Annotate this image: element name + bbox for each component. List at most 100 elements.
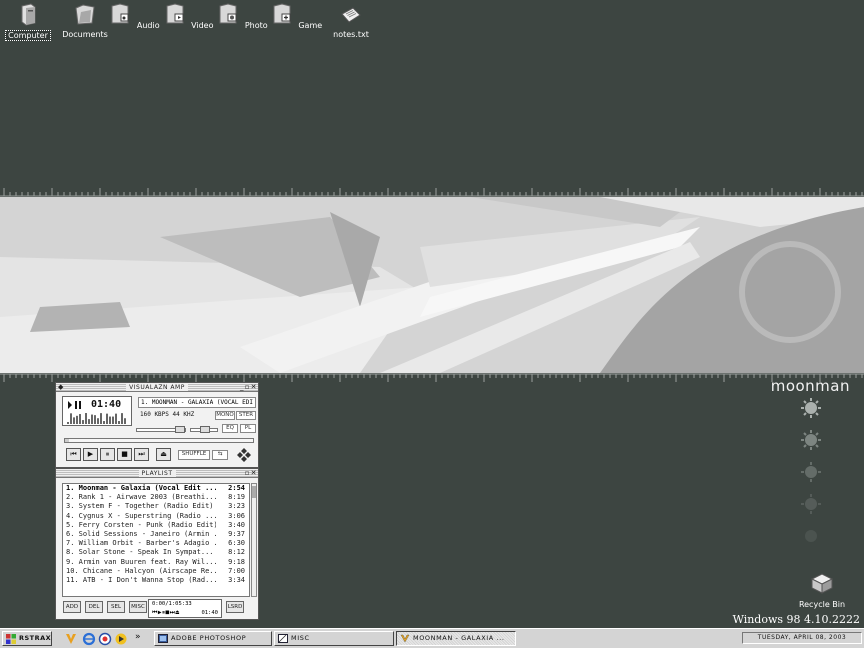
- track-title: 1. Moonman - Galaxia (Vocal Edit ...: [66, 484, 216, 492]
- playlist-track-row[interactable]: 5. Ferry Corsten - Punk (Radio Edit) 3:40: [63, 521, 249, 530]
- photoshop-icon: [158, 634, 168, 643]
- playlist-track-row[interactable]: 2. Rank 1 - Airwave 2003 (Breathi... 8:19: [63, 493, 249, 502]
- balance-slider[interactable]: [190, 426, 218, 433]
- volume-slider[interactable]: [136, 426, 186, 433]
- logo-icon: [237, 448, 251, 462]
- quicklaunch-more-icon[interactable]: »: [135, 632, 141, 642]
- delete-button[interactable]: DEL: [85, 601, 103, 613]
- playlist-track-row[interactable]: 10. Chicane - Halcyon (Airscape Re... 7:0…: [63, 567, 249, 576]
- previous-button[interactable]: ⏮: [66, 448, 81, 461]
- playlist-track-row[interactable]: 4. Cygnus X - Superstring (Radio ... 3:06: [63, 512, 249, 521]
- media-player-window[interactable]: ◆ VISUALAZN AMP _ ▫ ✕ 01:40 1. MOONMAN -…: [55, 382, 259, 468]
- track-title: 9. Armin van Buuren feat. Ray Wil...: [66, 557, 216, 566]
- list-options-button[interactable]: LSRD: [226, 601, 244, 613]
- system-clock[interactable]: TUESDAY, APRIL 08, 2003: [742, 632, 862, 644]
- playlist-mini-display: 0:00/1:05:33 ⏮▶⏸■⏭⏏ 01:40: [148, 599, 222, 618]
- track-duration: 8:12: [228, 548, 245, 557]
- taskbar: RSTRAX » ADOBE PHOTOSHOP MISC MOONMAN - …: [0, 628, 864, 648]
- song-ticker: 1. MOONMAN - GALAXIA (VOCAL EDI: [138, 397, 256, 408]
- stop-button[interactable]: ■: [117, 448, 132, 461]
- winamp-quicklaunch-icon[interactable]: [64, 632, 78, 646]
- task-misc[interactable]: MISC: [274, 631, 394, 646]
- desktop-icon-computer[interactable]: Computer: [0, 2, 56, 41]
- spectrum-visualizer: [67, 413, 126, 424]
- eq-toggle-button[interactable]: EQ: [222, 424, 238, 433]
- tools-icon[interactable]: [118, 632, 132, 646]
- mini-controls[interactable]: ⏮▶⏸■⏭⏏: [152, 609, 180, 617]
- internet-explorer-icon[interactable]: [82, 632, 96, 646]
- playback-time: 01:40: [91, 399, 122, 410]
- next-button[interactable]: ⏭: [134, 448, 149, 461]
- playlist-track-row[interactable]: 1. Moonman - Galaxia (Vocal Edit ... 2:54: [63, 484, 249, 493]
- winamp-icon: [400, 634, 410, 643]
- playlist-tracks[interactable]: 1. Moonman - Galaxia (Vocal Edit ... 2:54…: [62, 483, 250, 597]
- playlist-scrollbar[interactable]: [251, 483, 257, 597]
- playlist-titlebar[interactable]: PLAYLIST ▫ ✕: [56, 469, 258, 478]
- bitrate-text: 160 KBPS 44 KHZ: [140, 411, 195, 418]
- playlist-track-row[interactable]: 6. Solid Sessions - Janeiro (Armin ... 9:…: [63, 530, 249, 539]
- task-winamp[interactable]: MOONMAN - GALAXIA ...: [396, 631, 516, 646]
- documents-folder-icon: [75, 4, 95, 25]
- misc-button[interactable]: MISC: [129, 601, 147, 613]
- desktop-icon-audio[interactable]: Audio: [107, 2, 163, 30]
- start-button[interactable]: RSTRAX: [2, 631, 52, 646]
- balance-knob[interactable]: [200, 426, 210, 433]
- track-title: 2. Rank 1 - Airwave 2003 (Breathi...: [66, 493, 216, 502]
- seek-bar[interactable]: [64, 438, 254, 443]
- brand-logo-text: moonman: [770, 377, 850, 395]
- recycle-bin-icon: [810, 573, 834, 594]
- shuffle-button[interactable]: SHUFFLE: [178, 450, 210, 460]
- track-duration: 9:18: [228, 557, 245, 566]
- desktop-icon-label: notes.txt: [333, 30, 369, 39]
- desktop-icon-label: Photo: [244, 21, 268, 30]
- track-title: 4. Cygnus X - Superstring (Radio ...: [66, 511, 216, 520]
- playlist-total-time: 0:00/1:05:33: [152, 601, 192, 607]
- desktop-icon-photo[interactable]: Photo: [215, 2, 271, 30]
- task-photoshop[interactable]: ADOBE PHOTOSHOP: [154, 631, 272, 646]
- scrollbar-thumb[interactable]: [252, 486, 256, 498]
- track-duration: 3:34: [228, 576, 245, 585]
- track-title: 7. William Orbit - Barber's Adagio ...: [66, 539, 216, 548]
- sun-icon: [801, 430, 821, 450]
- minimize-icon[interactable]: _: [240, 383, 244, 391]
- top-ruler: [0, 188, 864, 197]
- playlist-track-row[interactable]: 11. ATB - I Don't Wanna Stop (Rad... 3:34: [63, 576, 249, 585]
- playlist-elapsed-time: 01:40: [201, 610, 218, 616]
- task-label: ADOBE PHOTOSHOP: [171, 634, 247, 642]
- volume-knob[interactable]: [175, 426, 185, 433]
- close-icon[interactable]: ✕: [251, 383, 257, 391]
- track-duration: 6:30: [228, 539, 245, 548]
- desktop-icon-documents[interactable]: Documents: [57, 2, 113, 39]
- track-duration: 9:37: [228, 530, 245, 539]
- player-titlebar[interactable]: ◆ VISUALAZN AMP _ ▫ ✕: [56, 383, 258, 392]
- folder-icon: [278, 634, 288, 643]
- playlist-toggle-button[interactable]: PL: [240, 424, 256, 433]
- shade-icon[interactable]: ▫: [245, 469, 250, 477]
- add-button[interactable]: ADD: [63, 601, 81, 613]
- track-duration: 7:00: [228, 566, 245, 575]
- desktop-icon-recycle-bin[interactable]: Recycle Bin: [796, 570, 848, 609]
- track-duration: 3:23: [228, 502, 245, 511]
- playlist-track-row[interactable]: 7. William Orbit - Barber's Adagio ... 6:…: [63, 539, 249, 548]
- desktop-icon-label: Documents: [62, 30, 108, 39]
- desktop-icon-notes[interactable]: notes.txt: [323, 2, 379, 39]
- player-menu-icon[interactable]: ◆: [58, 383, 64, 391]
- playlist-window[interactable]: PLAYLIST ▫ ✕ 1. Moonman - Galaxia (Vocal…: [55, 468, 259, 620]
- game-folder-icon: [273, 3, 291, 24]
- desktop-icon-video[interactable]: Video: [161, 2, 217, 30]
- play-button[interactable]: ▶: [83, 448, 98, 461]
- track-duration: 8:19: [228, 493, 245, 502]
- pause-button[interactable]: ⏸: [100, 448, 115, 461]
- browser-icon[interactable]: [98, 632, 112, 646]
- playlist-track-row[interactable]: 9. Armin van Buuren feat. Ray Wil... 9:18: [63, 558, 249, 567]
- playlist-track-row[interactable]: 8. Solar Stone - Speak In Sympat... 8:12: [63, 548, 249, 557]
- eject-button[interactable]: ⏏: [156, 448, 171, 461]
- desktop-icon-label: Game: [298, 21, 323, 30]
- desktop-icon-game[interactable]: Game: [269, 2, 325, 30]
- playlist-track-row[interactable]: 3. System F - Together (Radio Edit) 3:23: [63, 502, 249, 511]
- repeat-button[interactable]: ⇆: [212, 450, 228, 460]
- shade-icon[interactable]: ▫: [245, 383, 250, 391]
- close-icon[interactable]: ✕: [251, 469, 257, 477]
- text-file-icon: [341, 7, 361, 23]
- select-button[interactable]: SEL: [107, 601, 125, 613]
